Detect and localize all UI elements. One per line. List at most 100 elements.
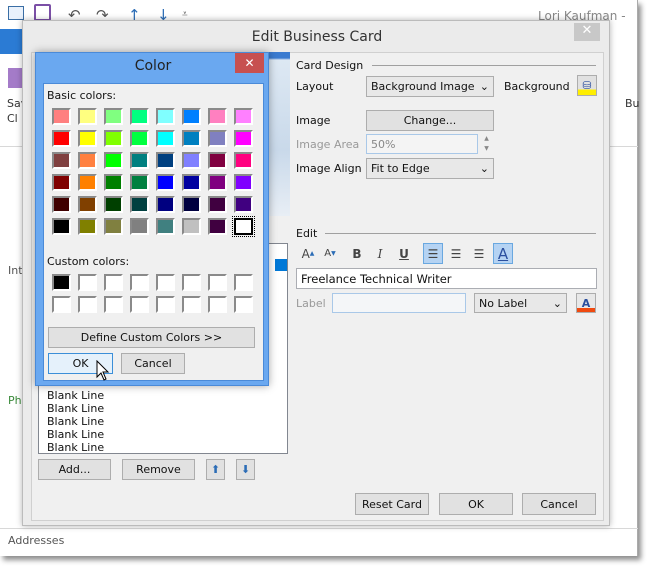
basic-color-swatch[interactable] [52,152,71,169]
shrink-font-button[interactable]: A ▼ [320,243,340,264]
basic-color-swatch[interactable] [182,108,201,125]
file-tab[interactable] [0,29,22,54]
custom-color-swatch[interactable] [156,296,175,313]
list-item[interactable]: Blank Line [47,389,104,402]
font-color-button[interactable]: A [493,243,513,264]
color-cancel-button[interactable]: Cancel [121,353,185,374]
reset-card-button[interactable]: Reset Card [355,493,429,515]
custom-color-swatch[interactable] [52,274,71,291]
basic-color-swatch[interactable] [130,218,149,235]
save-close-icon[interactable] [8,68,22,88]
basic-color-swatch[interactable] [156,130,175,147]
basic-color-swatch[interactable] [156,152,175,169]
basic-color-swatch[interactable] [208,152,227,169]
custom-color-swatch[interactable] [182,274,201,291]
image-area-input[interactable]: 50% [366,134,478,154]
layout-select[interactable]: Background Image ⌄ [366,76,494,97]
ribbon-business-card-label[interactable]: Bu [625,97,640,110]
basic-color-swatch[interactable] [78,174,97,191]
basic-color-swatch[interactable] [78,108,97,125]
cancel-button[interactable]: Cancel [522,493,596,515]
remove-field-button[interactable]: Remove [122,459,195,480]
align-left-button[interactable]: ☰ [423,243,443,264]
custom-color-swatch[interactable] [182,296,201,313]
grow-font-button[interactable]: A ▲ [298,243,318,264]
label-input[interactable] [332,293,466,313]
basic-color-swatch[interactable] [182,196,201,213]
field-text-input[interactable]: Freelance Technical Writer [296,268,597,289]
basic-color-swatch[interactable] [78,130,97,147]
define-custom-colors-button[interactable]: Define Custom Colors >> [48,327,255,348]
italic-button[interactable]: I [370,243,390,264]
align-center-button[interactable]: ☰ [446,243,466,264]
move-down-button[interactable]: ⬇ [236,459,255,480]
basic-color-swatch[interactable] [234,152,253,169]
basic-color-swatch[interactable] [208,174,227,191]
change-image-button[interactable]: Change... [366,110,494,131]
basic-color-swatch[interactable] [156,174,175,191]
basic-color-swatch[interactable] [130,196,149,213]
basic-color-swatch[interactable] [156,196,175,213]
basic-color-swatch[interactable] [104,108,123,125]
basic-color-swatch[interactable] [234,196,253,213]
close-button[interactable]: ✕ [574,23,600,41]
basic-color-swatch[interactable] [208,130,227,147]
list-item[interactable]: Blank Line [47,428,104,441]
list-item[interactable]: Blank Line [47,441,104,454]
basic-color-swatch[interactable] [52,196,71,213]
basic-color-swatch[interactable] [130,108,149,125]
basic-color-swatch[interactable] [52,218,71,235]
basic-color-swatch[interactable] [130,174,149,191]
basic-color-swatch[interactable] [130,152,149,169]
basic-color-swatch[interactable] [208,108,227,125]
label-color-button[interactable]: A [576,293,596,313]
custom-color-swatch[interactable] [156,274,175,291]
basic-color-swatch[interactable] [104,218,123,235]
contact-icon[interactable] [8,6,24,20]
custom-color-swatch[interactable] [130,274,149,291]
customize-toolbar-icon[interactable]: ⩡ [182,9,188,20]
underline-button[interactable]: U [394,243,414,264]
custom-color-swatch[interactable] [78,274,97,291]
custom-color-swatch[interactable] [208,296,227,313]
basic-color-swatch[interactable] [234,174,253,191]
basic-color-swatch[interactable] [78,152,97,169]
basic-color-swatch[interactable] [104,152,123,169]
custom-color-swatch[interactable] [52,296,71,313]
basic-color-swatch[interactable] [104,130,123,147]
basic-color-swatch[interactable] [182,174,201,191]
basic-color-swatch[interactable] [156,108,175,125]
basic-color-swatch[interactable] [232,216,255,237]
image-align-select[interactable]: Fit to Edge ⌄ [366,158,494,179]
basic-color-swatch[interactable] [78,218,97,235]
align-right-button[interactable]: ☰ [469,243,489,264]
basic-color-swatch[interactable] [52,174,71,191]
custom-color-swatch[interactable] [130,296,149,313]
basic-color-swatch[interactable] [52,130,71,147]
basic-color-swatch[interactable] [78,196,97,213]
bold-button[interactable]: B [347,243,367,264]
basic-color-swatch[interactable] [234,108,253,125]
custom-color-swatch[interactable] [78,296,97,313]
custom-color-swatch[interactable] [234,274,253,291]
custom-color-swatch[interactable] [104,296,123,313]
list-item[interactable]: Blank Line [47,402,104,415]
basic-color-swatch[interactable] [104,174,123,191]
basic-color-swatch[interactable] [52,108,71,125]
custom-color-swatch[interactable] [104,274,123,291]
list-item[interactable]: Blank Line [47,415,104,428]
basic-color-swatch[interactable] [156,218,175,235]
label-position-select[interactable]: No Label ⌄ [474,293,567,313]
basic-color-swatch[interactable] [208,218,227,235]
custom-color-swatch[interactable] [208,274,227,291]
save-icon[interactable] [34,4,51,21]
basic-color-swatch[interactable] [104,196,123,213]
basic-color-swatch[interactable] [208,196,227,213]
move-up-button[interactable]: ⬆ [206,459,225,480]
close-button[interactable]: ✕ [235,53,264,73]
basic-color-swatch[interactable] [182,130,201,147]
image-area-spinner[interactable]: ▲ ▼ [480,134,493,154]
basic-color-swatch[interactable] [182,218,201,235]
ok-button[interactable]: OK [439,493,513,515]
basic-color-swatch[interactable] [130,130,149,147]
